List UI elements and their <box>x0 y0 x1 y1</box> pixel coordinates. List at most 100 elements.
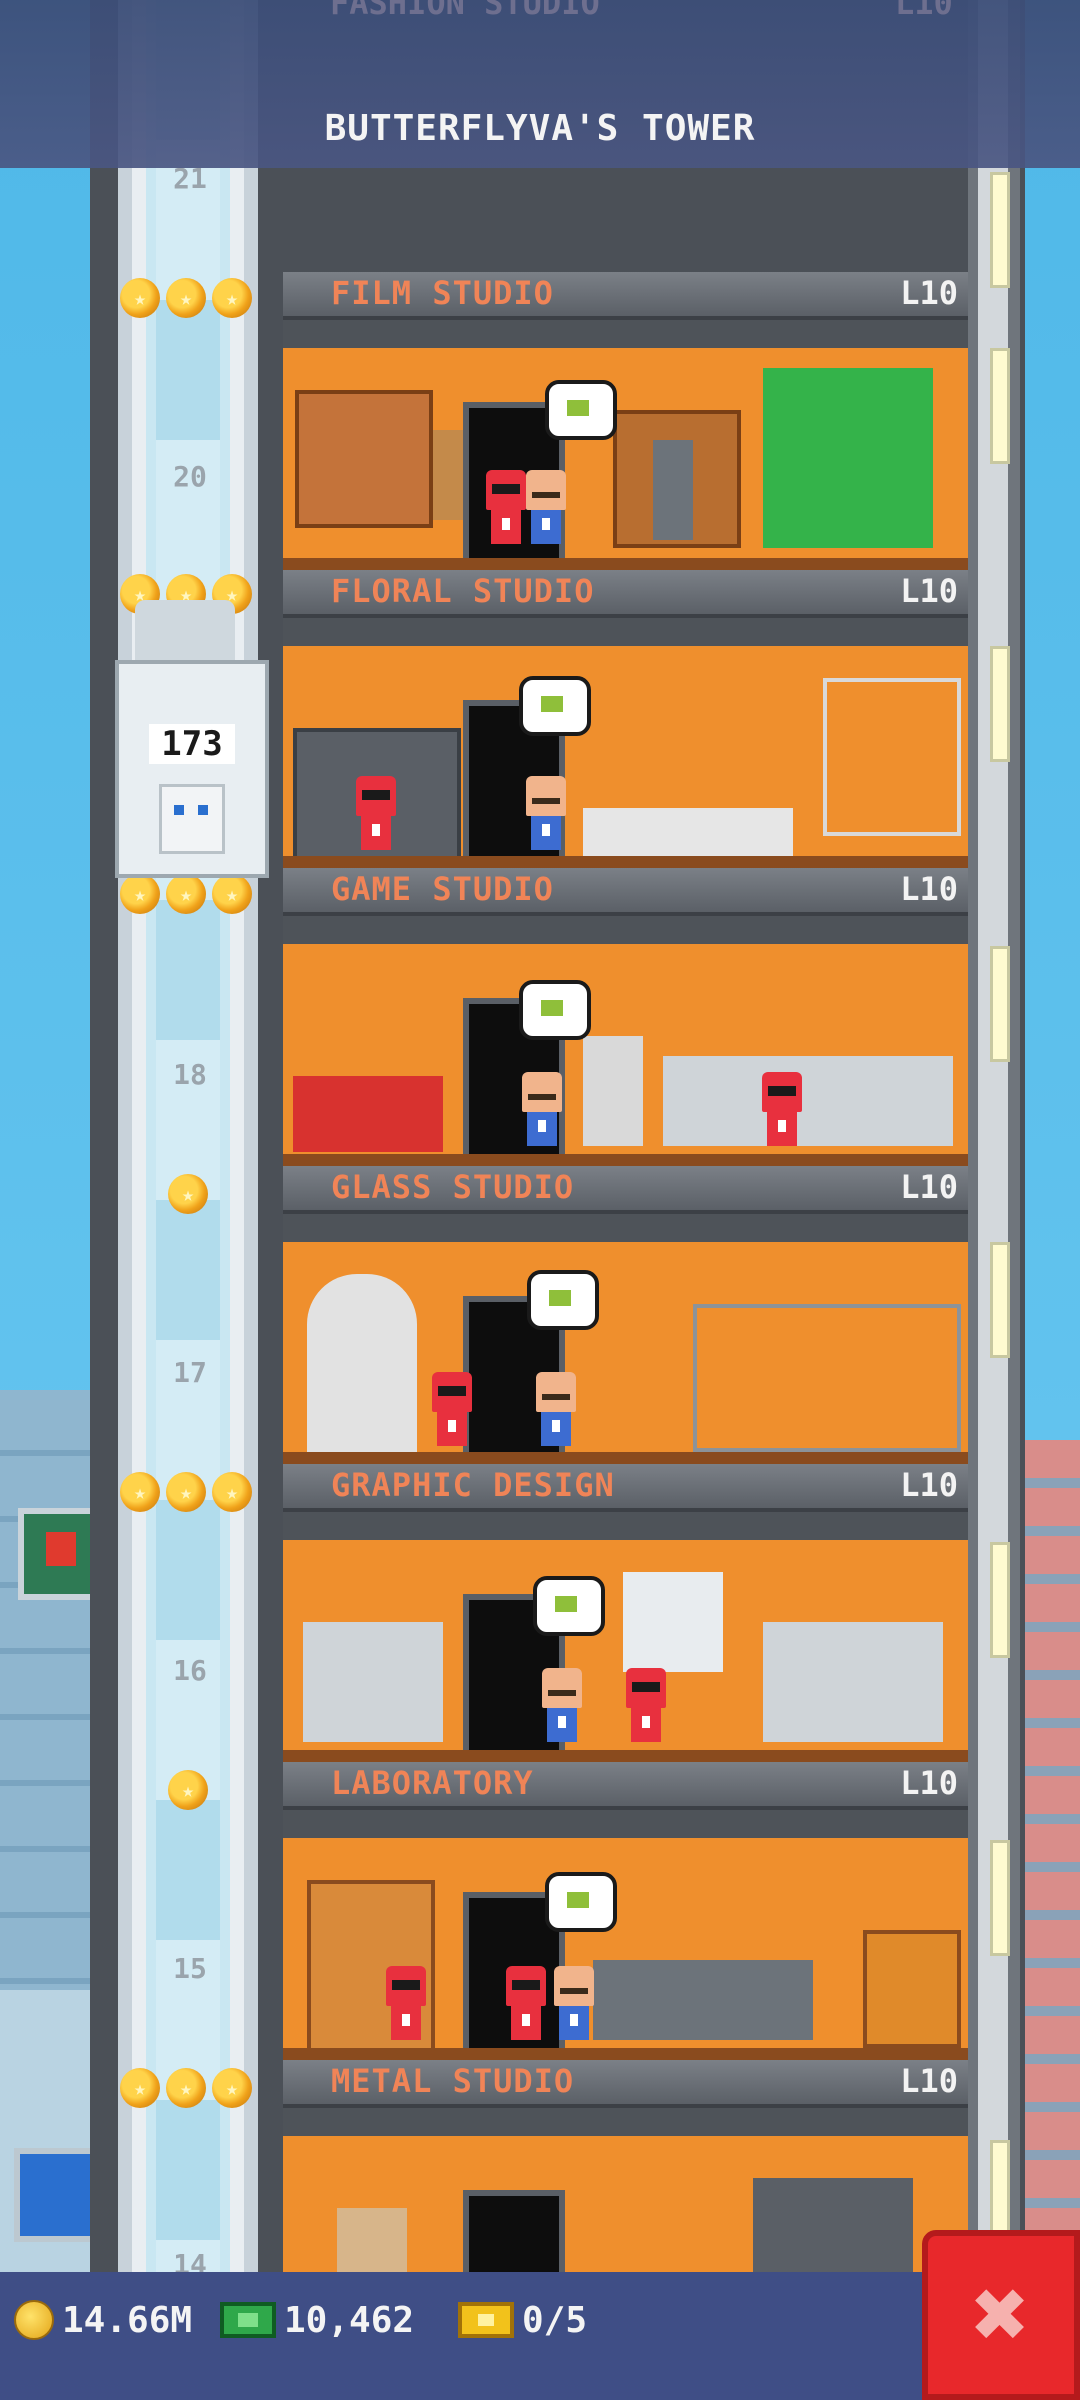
ranger-character[interactable] <box>623 1668 669 1748</box>
bitizen-character[interactable] <box>523 776 569 856</box>
design-desk <box>763 1622 943 1742</box>
tower-header: FASHION STUDIO L10 BUTTERFLYVA'S TOWER <box>0 0 1080 168</box>
window <box>623 1572 723 1672</box>
floor-room[interactable] <box>283 320 968 570</box>
speech-bubble <box>545 380 617 440</box>
bitizen-character[interactable] <box>539 1668 585 1748</box>
elevator-cable-hook <box>135 600 235 660</box>
coin-icon <box>14 2300 54 2340</box>
shaft-floor-number: 18 <box>173 1058 207 1091</box>
floor-room[interactable] <box>283 1512 968 1762</box>
ranger-character[interactable] <box>503 1966 549 2046</box>
floor-game-studio[interactable]: GAME STUDIO L10 <box>283 868 968 1166</box>
floor-level: L10 <box>900 274 958 312</box>
shelf <box>823 678 961 836</box>
floor-floral-studio[interactable]: FLORAL STUDIO L10 <box>283 570 968 868</box>
coins-counter[interactable]: 14.66M <box>14 2290 192 2350</box>
wooden-cabinet <box>295 390 433 528</box>
star-icon: ★ <box>168 1174 208 1214</box>
wall-light <box>990 946 1010 1062</box>
ranger-character[interactable] <box>429 1372 475 1452</box>
star-icon: ★ <box>212 2068 252 2108</box>
bitizen-character[interactable] <box>519 1072 565 1152</box>
floor-name: METAL STUDIO <box>331 2062 575 2100</box>
floor-level: L10 <box>900 572 958 610</box>
star-icon: ★ <box>168 1770 208 1810</box>
floor-room[interactable] <box>283 618 968 868</box>
elevator-car[interactable]: 173 <box>115 660 269 878</box>
bux-counter[interactable]: 10,462 <box>220 2290 414 2350</box>
bux-icon <box>220 2302 276 2338</box>
speech-bubble <box>519 676 591 736</box>
tickets-value: 0/5 <box>522 2299 588 2341</box>
floor-level: L10 <box>900 2062 958 2100</box>
elevator-operator <box>159 784 225 854</box>
floor-level: L10 <box>900 1764 958 1802</box>
floor-name: LABORATORY <box>331 1764 534 1802</box>
floor-glass-studio[interactable]: GLASS STUDIO L10 <box>283 1166 968 1464</box>
design-desk <box>303 1622 443 1742</box>
film-camera <box>653 440 693 540</box>
floor-laboratory[interactable]: LABORATORY L10 <box>283 1762 968 2060</box>
star-icon: ★ <box>166 874 206 914</box>
floor-name: GAME STUDIO <box>331 870 554 908</box>
floor-stars: ★ ★ ★ <box>120 1472 252 1514</box>
floor-film-studio[interactable]: FILM STUDIO L10 <box>283 272 968 570</box>
wall-light <box>990 646 1010 762</box>
star-icon: ★ <box>212 1472 252 1512</box>
floor-room[interactable] <box>283 916 968 1166</box>
bitizen-character[interactable] <box>523 470 569 550</box>
wall-light <box>990 1542 1010 1658</box>
speech-bubble <box>533 1576 605 1636</box>
floor-name: FILM STUDIO <box>331 274 554 312</box>
star-icon: ★ <box>166 2068 206 2108</box>
glass-shelves <box>693 1304 961 1452</box>
flower-counter <box>583 808 793 856</box>
floor-level: L10 <box>900 1168 958 1206</box>
shaft-floor-number: 16 <box>173 1654 207 1687</box>
floor-stars: ★ ★ ★ <box>120 874 252 916</box>
floor-stars: ★ ★ ★ <box>120 278 252 320</box>
speech-bubble <box>545 1872 617 1932</box>
close-icon: ✖ <box>972 2258 1030 2370</box>
speech-bubble <box>527 1270 599 1330</box>
arcade-cabinet <box>583 1036 643 1146</box>
wall-light <box>990 172 1010 288</box>
elevator-shaft[interactable] <box>118 0 258 2280</box>
close-button[interactable]: ✖ <box>922 2230 1080 2400</box>
floor-header: GRAPHIC DESIGN L10 <box>283 1464 968 1512</box>
floor-graphic-design[interactable]: GRAPHIC DESIGN L10 <box>283 1464 968 1762</box>
floor-name: GRAPHIC DESIGN <box>331 1466 615 1504</box>
ranger-character[interactable] <box>353 776 399 856</box>
floor-header: GAME STUDIO L10 <box>283 868 968 916</box>
wall-light <box>990 1242 1010 1358</box>
floor-level: L10 <box>900 1466 958 1504</box>
floor-level: L10 <box>900 870 958 908</box>
wall-light <box>990 348 1010 464</box>
ranger-character[interactable] <box>759 1072 805 1152</box>
glass-furnace <box>307 1274 417 1454</box>
background-screen <box>14 2148 98 2242</box>
red-sofa <box>293 1076 443 1152</box>
star-icon: ★ <box>166 278 206 318</box>
ranger-character[interactable] <box>383 1966 429 2046</box>
fries-billboard <box>18 1508 100 1600</box>
star-icon: ★ <box>120 2068 160 2108</box>
floor-header: FILM STUDIO L10 <box>283 272 968 320</box>
bitizen-character[interactable] <box>551 1966 597 2046</box>
bux-value: 10,462 <box>284 2299 415 2341</box>
ticket-icon <box>458 2302 514 2338</box>
background-building-right <box>1020 1440 1080 2340</box>
floor-stars: ★ ★ ★ <box>120 2068 252 2110</box>
floor-room[interactable] <box>283 1214 968 1464</box>
lab-bench <box>593 1960 813 2040</box>
coins-value: 14.66M <box>62 2299 193 2341</box>
computer-desks <box>663 1056 953 1146</box>
floor-name: GLASS STUDIO <box>331 1168 575 1206</box>
wall-light <box>990 1840 1010 1956</box>
floor-room[interactable] <box>283 1810 968 2060</box>
tickets-counter[interactable]: 0/5 <box>458 2290 587 2350</box>
star-icon: ★ <box>120 874 160 914</box>
floor-header: FLORAL STUDIO L10 <box>283 570 968 618</box>
bitizen-character[interactable] <box>533 1372 579 1452</box>
